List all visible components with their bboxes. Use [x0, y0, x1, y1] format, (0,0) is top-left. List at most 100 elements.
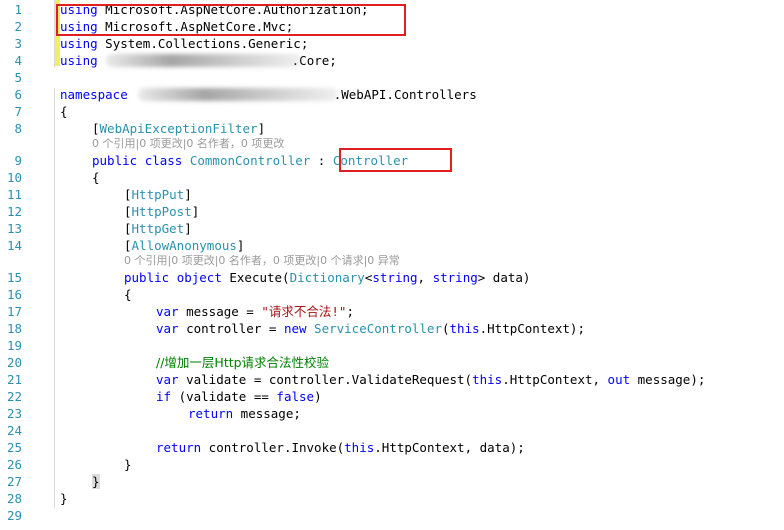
- line-number: 18: [6, 321, 22, 336]
- code-text: .HttpContext,: [502, 372, 608, 387]
- line-number: 25: [6, 440, 22, 455]
- keyword: var: [156, 372, 179, 387]
- code-text: > data): [477, 270, 531, 285]
- code-line-26[interactable]: }: [124, 456, 132, 473]
- line-number: 24: [6, 423, 22, 438]
- attribute-name: HttpPut: [131, 187, 185, 202]
- keyword: class: [144, 153, 183, 168]
- code-line-3[interactable]: using System.Collections.Generic;: [60, 35, 308, 52]
- code-text: controller =: [178, 321, 284, 336]
- code-line-8[interactable]: [WebApiExceptionFilter]: [92, 120, 265, 137]
- attribute-name: HttpPost: [131, 204, 192, 219]
- code-line-27[interactable]: }: [92, 473, 100, 490]
- bracket: ]: [184, 187, 192, 202]
- line-number: 17: [6, 304, 22, 319]
- highlight-box-using-mvc: [56, 4, 406, 36]
- code-line-25[interactable]: return controller.Invoke(this.HttpContex…: [156, 439, 525, 456]
- line-number: 4: [14, 53, 22, 68]
- attribute-name: HttpGet: [131, 221, 185, 236]
- keyword: return: [156, 440, 202, 455]
- code-line-18[interactable]: var controller = new ServiceController(t…: [156, 320, 585, 337]
- bracket: [: [124, 204, 132, 219]
- codelens-info[interactable]: 0 个引用|0 项更改|0 名作者，0 项更改: [92, 137, 284, 150]
- code-line-22[interactable]: if (validate == false): [156, 388, 322, 405]
- attribute-name: WebApiExceptionFilter: [99, 121, 258, 136]
- code-line-21[interactable]: var validate = controller.ValidateReques…: [156, 371, 705, 388]
- keyword: public: [124, 270, 170, 285]
- code-text: ): [314, 389, 322, 404]
- close-brace: }: [60, 491, 68, 506]
- codelens-info[interactable]: 0 个引用|0 项更改|0 名作者，0 项更改|0 个请求|0 异常: [124, 254, 400, 267]
- keyword: var: [156, 304, 179, 319]
- keyword: return: [188, 406, 234, 421]
- outline-margin: [54, 88, 55, 508]
- keyword: false: [276, 389, 315, 404]
- line-number: 6: [14, 87, 22, 102]
- code-text: .HttpContext);: [479, 321, 585, 336]
- code-line-11[interactable]: [HttpPut]: [124, 186, 192, 203]
- bracket: [: [124, 187, 132, 202]
- keyword: using: [60, 36, 98, 51]
- line-number: 11: [6, 187, 22, 202]
- keyword: this: [472, 372, 503, 387]
- open-brace: {: [124, 287, 132, 302]
- line-number: 2: [14, 19, 22, 34]
- bracket: [: [92, 121, 100, 136]
- code-editor[interactable]: 1 2 3 4 5 6 7 8 9 10 11 12 13 14 15 16 1…: [0, 0, 784, 530]
- highlight-box-controller: [339, 148, 452, 172]
- line-number: 14: [6, 238, 22, 253]
- code-line-14[interactable]: [AllowAnonymous]: [124, 237, 244, 254]
- line-number: 20: [6, 355, 22, 370]
- semicolon: ;: [346, 304, 354, 319]
- keyword: out: [607, 372, 631, 387]
- code-text: .WebAPI.Controllers: [333, 87, 477, 102]
- code-line-17[interactable]: var message = "请求不合法!";: [156, 303, 354, 320]
- line-number: 7: [14, 104, 22, 119]
- code-text: validate = controller.ValidateRequest(: [178, 372, 473, 387]
- code-line-23[interactable]: return message;: [188, 405, 301, 422]
- bracket: ]: [236, 238, 245, 253]
- code-line-20[interactable]: //增加一层Http请求合法性校验: [156, 354, 329, 371]
- code-line-15[interactable]: public object Execute(Dictionary<string,…: [124, 269, 530, 286]
- close-brace: }: [124, 457, 132, 472]
- keyword: this: [344, 440, 375, 455]
- close-brace: }: [92, 474, 100, 489]
- code-line-12[interactable]: [HttpPost]: [124, 203, 199, 220]
- line-number: 16: [6, 287, 22, 302]
- class-name: CommonController: [189, 153, 311, 168]
- keyword: object: [176, 270, 222, 285]
- keyword: this: [449, 321, 480, 336]
- code-line-7[interactable]: {: [60, 103, 68, 120]
- paren: (: [441, 321, 450, 336]
- code-text: (validate ==: [171, 389, 277, 404]
- line-number: 21: [6, 372, 22, 387]
- string-literal: "请求不合法!": [261, 304, 347, 319]
- bracket: ]: [257, 121, 266, 136]
- code-text: System.Collections.Generic;: [97, 36, 309, 51]
- code-text: message);: [630, 372, 706, 387]
- line-number: 29: [6, 508, 22, 523]
- type-name: ServiceController: [314, 321, 442, 336]
- line-number: 5: [14, 70, 22, 85]
- keyword: string: [372, 270, 418, 285]
- keyword: if: [156, 389, 172, 404]
- redacted-text: [138, 88, 338, 101]
- line-number-gutter: 1 2 3 4 5 6 7 8 9 10 11 12 13 14 15 16 1…: [0, 0, 30, 530]
- code-line-10[interactable]: {: [92, 169, 100, 186]
- redacted-text: [106, 54, 302, 67]
- line-number: 19: [6, 338, 22, 353]
- line-number: 15: [6, 270, 22, 285]
- line-number: 23: [6, 406, 22, 421]
- code-line-13[interactable]: [HttpGet]: [124, 220, 192, 237]
- line-number: 27: [6, 474, 22, 489]
- code-text: .HttpContext, data);: [374, 440, 525, 455]
- code-line-16[interactable]: {: [124, 286, 132, 303]
- code-line-28[interactable]: }: [60, 490, 68, 507]
- colon: :: [310, 153, 333, 168]
- code-text: message;: [233, 406, 301, 421]
- line-number: 13: [6, 221, 22, 236]
- keyword: public: [92, 153, 138, 168]
- line-number: 12: [6, 204, 22, 219]
- line-number: 10: [6, 170, 22, 185]
